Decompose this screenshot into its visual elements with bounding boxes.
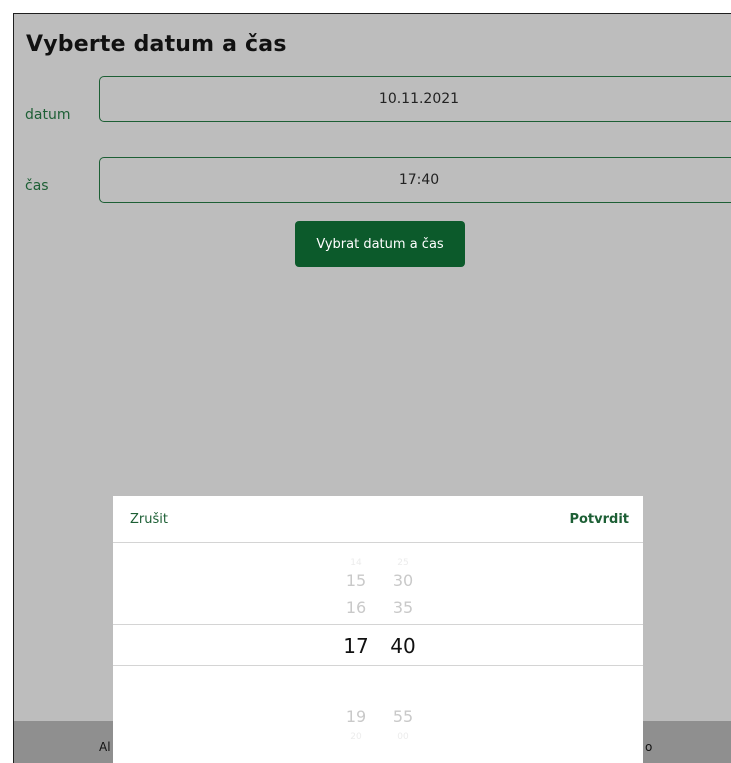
minute-option[interactable]: 30 bbox=[383, 571, 423, 590]
selected-hour[interactable]: 17 bbox=[336, 634, 376, 658]
page-title: Vyberte datum a čas bbox=[26, 32, 287, 57]
time-label: čas bbox=[25, 178, 49, 194]
time-value: 17:40 bbox=[398, 172, 440, 188]
picker-header: Zrušit Potvrdit bbox=[113, 496, 643, 543]
hour-option[interactable]: 15 bbox=[336, 571, 376, 590]
footer-right-text: o bbox=[645, 740, 653, 754]
date-label: datum bbox=[25, 107, 71, 123]
hour-option[interactable]: 20 bbox=[336, 732, 376, 742]
date-field[interactable]: 10.11.2021 bbox=[99, 76, 731, 122]
minute-option[interactable]: 55 bbox=[383, 707, 423, 726]
selection-top-line bbox=[113, 624, 643, 625]
confirm-button[interactable]: Potvrdit bbox=[569, 512, 629, 527]
hour-option[interactable]: 16 bbox=[336, 598, 376, 617]
time-field[interactable]: 17:40 bbox=[99, 157, 731, 203]
minute-option[interactable]: 35 bbox=[383, 598, 423, 617]
minute-option[interactable]: 00 bbox=[383, 732, 423, 742]
date-value: 10.11.2021 bbox=[378, 91, 460, 107]
time-picker-dialog: Zrušit Potvrdit 14 15 16 17 19 20 25 30 … bbox=[113, 496, 643, 763]
app-frame: Vyberte datum a čas datum 10.11.2021 čas… bbox=[13, 13, 731, 763]
minute-option[interactable]: 25 bbox=[383, 558, 423, 568]
hour-option[interactable]: 19 bbox=[336, 707, 376, 726]
hour-option[interactable]: 14 bbox=[336, 558, 376, 568]
selection-bottom-line bbox=[113, 665, 643, 666]
cancel-button[interactable]: Zrušit bbox=[130, 512, 168, 527]
footer-left-text: Al bbox=[99, 740, 111, 754]
selected-minute[interactable]: 40 bbox=[383, 634, 423, 658]
select-datetime-button[interactable]: Vybrat datum a čas bbox=[295, 221, 465, 267]
